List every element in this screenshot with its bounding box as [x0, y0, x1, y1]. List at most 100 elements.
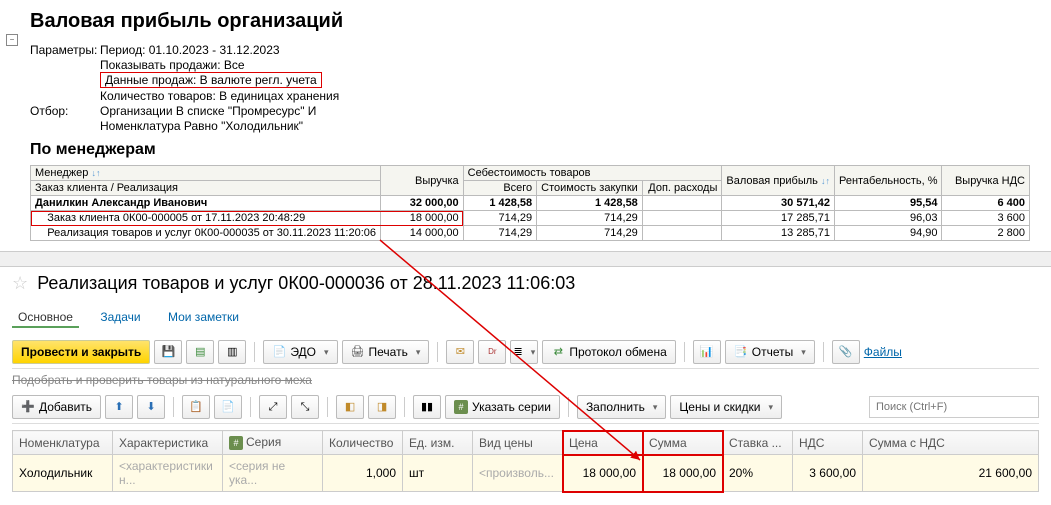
tab-main[interactable]: Основное	[12, 308, 79, 328]
cell-price-type[interactable]: <произволь...	[473, 455, 563, 492]
document-panel: ☆ Реализация товаров и услуг 0К00-000036…	[0, 267, 1051, 498]
cell-rent: 94,90	[834, 226, 942, 241]
structure-icon: ≣	[514, 345, 523, 359]
report-row[interactable]: Заказ клиента 0К00-000005 от 17.11.2023 …	[31, 211, 1030, 226]
print-button[interactable]: 🖨Печать	[342, 340, 430, 364]
cell-nomen[interactable]: Холодильник	[13, 455, 113, 492]
col-rent: Рентабельность, %	[834, 166, 942, 196]
paste-icon: 📄	[221, 400, 235, 414]
tab-notes[interactable]: Мои заметки	[162, 308, 245, 326]
structure-button[interactable]: ≣	[510, 340, 538, 364]
cell-c1: 714,29	[463, 211, 537, 226]
report-row[interactable]: Реализация товаров и услуг 0К00-000035 о…	[31, 226, 1030, 241]
cell-c3	[642, 211, 722, 226]
arrow-down-icon: ⬇	[144, 400, 158, 414]
files-link[interactable]: Файлы	[864, 345, 902, 359]
col-revenue-nds: Выручка НДС	[942, 166, 1030, 196]
barcode-button[interactable]: ▮▮	[413, 395, 441, 419]
reports-button[interactable]: 📑Отчеты	[725, 340, 815, 364]
move-up-button[interactable]: ⬆	[105, 395, 133, 419]
chart-icon: 📊	[700, 345, 714, 359]
split-icon: ◧	[343, 400, 357, 414]
separator	[823, 342, 824, 362]
prices-discounts-button[interactable]: Цены и скидки	[670, 395, 782, 419]
cell-c3	[642, 196, 722, 211]
favorite-star-icon[interactable]: ☆	[12, 273, 28, 294]
col-cost-total: Всего	[463, 181, 537, 196]
col-cost-purchase: Стоимость закупки	[537, 181, 643, 196]
separator	[173, 397, 174, 417]
goods-table: Номенклатура Характеристика #Серия Колич…	[12, 430, 1039, 492]
col-qty: Количество	[323, 431, 403, 455]
separator	[327, 397, 328, 417]
cell-nds: 3 600	[942, 211, 1030, 226]
post-button[interactable]: ▤	[186, 340, 214, 364]
cell-nds: 2 800	[942, 226, 1030, 241]
fill-button[interactable]: Заполнить	[577, 395, 666, 419]
cell-rate[interactable]: 20%	[723, 455, 793, 492]
floppy-icon: 💾	[161, 345, 175, 359]
collapse-button[interactable]: ⤡	[291, 395, 319, 419]
report-title: Валовая прибыль организаций	[30, 10, 1035, 33]
col-cost-extra: Доп. расходы	[642, 181, 722, 196]
cell-price[interactable]: 18 000,00	[563, 455, 643, 492]
col-char: Характеристика	[113, 431, 223, 455]
cell-label: Данилкин Александр Иванович	[31, 196, 381, 211]
post-icon: ▤	[193, 345, 207, 359]
report-row[interactable]: Данилкин Александр Иванович 32 000,00 1 …	[31, 196, 1030, 211]
edo-button[interactable]: 📄ЭДО	[263, 340, 337, 364]
cell-c3	[642, 226, 722, 241]
cell-c2: 1 428,58	[537, 196, 643, 211]
cell-nds[interactable]: 3 600,00	[793, 455, 863, 492]
cell-label: Реализация товаров и услуг 0К00-000035 о…	[31, 226, 381, 241]
paste-button[interactable]: 📄	[214, 395, 242, 419]
collapse-icon[interactable]: −	[6, 34, 18, 46]
sort-icon: ↓↑	[91, 168, 100, 178]
cell-rent: 95,54	[834, 196, 942, 211]
cell-unit[interactable]: шт	[403, 455, 473, 492]
search-input[interactable]	[869, 396, 1039, 418]
separator	[404, 397, 405, 417]
col-nds: НДС	[793, 431, 863, 455]
crossed-action: Подобрать и проверить товары из натураль…	[12, 369, 1039, 391]
post-and-close-button[interactable]: Провести и закрыть	[12, 340, 150, 364]
cell-c1: 714,29	[463, 226, 537, 241]
col-gross: Валовая прибыль	[726, 175, 818, 187]
col-sum: Сумма	[643, 431, 723, 455]
panel-divider[interactable]	[0, 251, 1051, 267]
param-show-sales: Показывать продажи: Все	[100, 58, 245, 72]
sort-icon: ↓↑	[821, 176, 830, 186]
cell-sum-nds[interactable]: 21 600,00	[863, 455, 1039, 492]
save-button[interactable]: 💾	[154, 340, 182, 364]
merge-button[interactable]: ◨	[368, 395, 396, 419]
separator	[568, 397, 569, 417]
protocol-button[interactable]: ⇄Протокол обмена	[542, 340, 675, 364]
goods-row[interactable]: Холодильник <характеристики н... <серия …	[13, 455, 1039, 492]
col-nomen: Номенклатура	[13, 431, 113, 455]
barcode-icon: ▮▮	[420, 400, 434, 414]
dr-cr-icon: Dr	[485, 345, 499, 359]
expand-button[interactable]: ⤢	[259, 395, 287, 419]
cell-sum[interactable]: 18 000,00	[643, 455, 723, 492]
collapse-all-icon: ⤡	[298, 400, 312, 414]
report-subtitle: По менеджерам	[30, 141, 1035, 159]
attach-button[interactable]: 📎	[832, 340, 860, 364]
report-panel: − Валовая прибыль организаций Параметры:…	[0, 0, 1051, 251]
set-series-button[interactable]: # Указать серии	[445, 395, 560, 419]
email-button[interactable]: ✉	[446, 340, 474, 364]
add-row-button[interactable]: ➕Добавить	[12, 395, 101, 419]
cell-series[interactable]: <серия не ука...	[223, 455, 323, 492]
col-cost-group: Себестоимость товаров	[463, 166, 722, 181]
copy-button[interactable]: 📋	[182, 395, 210, 419]
cell-qty[interactable]: 1,000	[323, 455, 403, 492]
move-down-button[interactable]: ⬇	[137, 395, 165, 419]
split-button[interactable]: ◧	[336, 395, 364, 419]
unpost-button[interactable]: ▥	[218, 340, 246, 364]
tab-tasks[interactable]: Задачи	[94, 308, 146, 326]
cell-char[interactable]: <характеристики н...	[113, 455, 223, 492]
separator	[437, 342, 438, 362]
debit-credit-button[interactable]: Dr	[478, 340, 506, 364]
param-qty: Количество товаров: В единицах хранения	[100, 89, 339, 103]
main-toolbar: Провести и закрыть 💾 ▤ ▥ 📄ЭДО 🖨Печать ✉ …	[12, 336, 1039, 369]
chart-button[interactable]: 📊	[693, 340, 721, 364]
